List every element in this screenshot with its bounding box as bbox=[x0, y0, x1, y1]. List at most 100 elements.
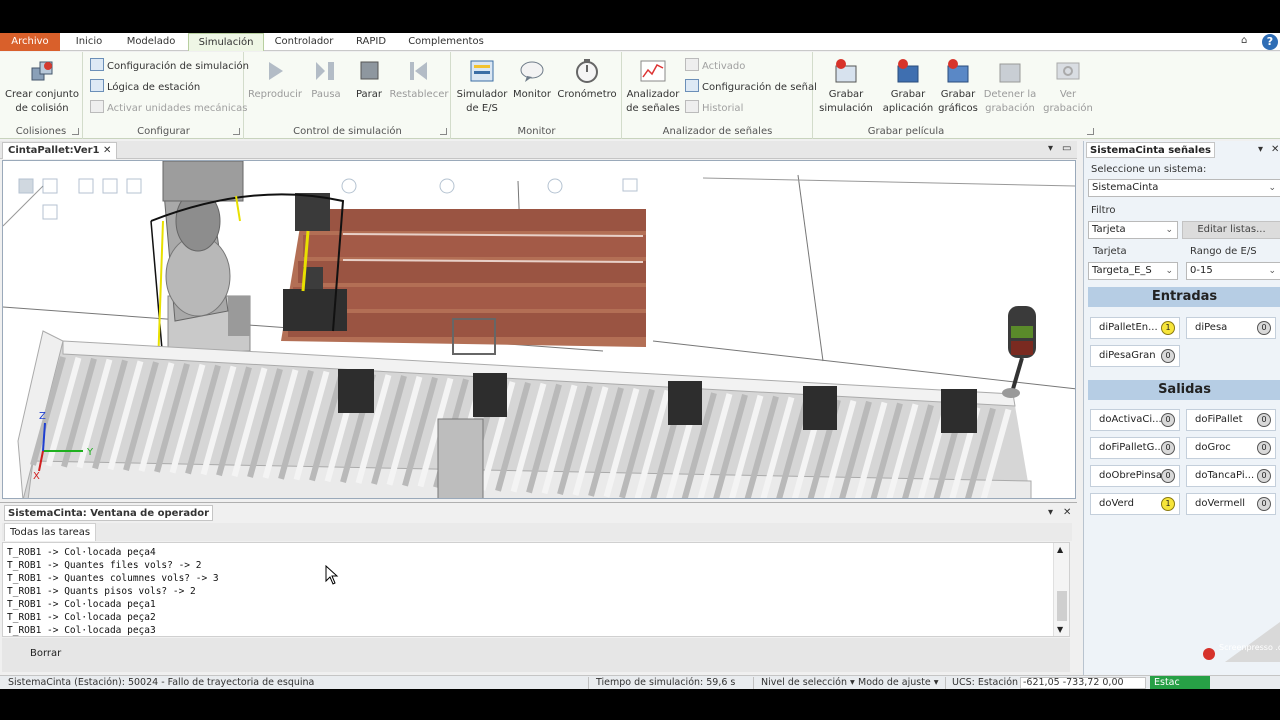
signal-button[interactable]: doVermell 0 bbox=[1186, 493, 1276, 515]
signals-panel: SistemaCinta señales ▾ ✕ Seleccione un s… bbox=[1083, 141, 1280, 681]
rec-graph-label-1: Grabar bbox=[940, 89, 976, 100]
clear-button[interactable]: Borrar bbox=[30, 648, 61, 659]
operator-footer: Borrar bbox=[2, 638, 1070, 672]
selection-level-dropdown[interactable]: Nivel de selección ▾ bbox=[761, 676, 855, 689]
signal-button[interactable]: doTancaPi... 0 bbox=[1186, 465, 1276, 487]
signal-button[interactable]: doVerd 1 bbox=[1090, 493, 1180, 515]
signal-button[interactable]: doFiPallet 0 bbox=[1186, 409, 1276, 431]
signals-panel-title[interactable]: SistemaCinta señales bbox=[1086, 142, 1215, 158]
record-graphics-button[interactable]: Grabar gráficos bbox=[936, 58, 980, 116]
tab-complementos[interactable]: Complementos bbox=[400, 33, 492, 51]
tab-menu-icon[interactable]: ▾ bbox=[1048, 507, 1053, 518]
signal-name: doTancaPi... bbox=[1195, 470, 1255, 481]
signal-button[interactable]: doActivaCi... 0 bbox=[1090, 409, 1180, 431]
system-select[interactable]: SistemaCinta ⌄ bbox=[1088, 179, 1280, 197]
coordinates-readout: -621,05 -733,72 0,00 bbox=[1020, 677, 1146, 689]
stopwatch-button[interactable]: Cronómetro bbox=[554, 58, 620, 102]
rec-graph-label-2: gráficos bbox=[938, 103, 978, 114]
3d-viewport[interactable]: Y Z X bbox=[2, 160, 1076, 499]
create-collision-set-button[interactable]: Crear conjunto de colisión bbox=[4, 58, 80, 116]
dialog-launcher-icon[interactable] bbox=[72, 128, 79, 135]
edit-lists-button[interactable]: Editar listas... bbox=[1182, 221, 1280, 239]
activated-checkbox[interactable]: Activado bbox=[685, 58, 745, 76]
history-button[interactable]: Historial bbox=[685, 100, 743, 118]
minimize-ribbon-icon[interactable]: ⌂ bbox=[1241, 35, 1247, 46]
log-line: T_ROB1 -> Quantes columnes vols? -> 3 bbox=[7, 573, 219, 584]
station-logic-button[interactable]: Lógica de estación bbox=[90, 79, 200, 97]
scroll-up-icon[interactable]: ▲ bbox=[1057, 545, 1063, 554]
view-recording-button[interactable]: Ver grabación bbox=[1040, 58, 1096, 116]
sim-config-button[interactable]: Configuración de simulación bbox=[90, 58, 249, 76]
controller-status[interactable]: Estac bbox=[1150, 676, 1210, 689]
signal-name: doGroc bbox=[1195, 442, 1231, 453]
range-select[interactable]: 0-15 ⌄ bbox=[1186, 262, 1280, 280]
operator-tabs: Todas las tareas bbox=[2, 523, 1072, 541]
view-rec-label-2: grabación bbox=[1043, 103, 1093, 114]
stop-rec-label-2: grabación bbox=[985, 103, 1035, 114]
monitor-button[interactable]: Monitor bbox=[510, 58, 554, 102]
operator-log[interactable]: T_ROB1 -> Col·locada peça4 T_ROB1 -> Qua… bbox=[2, 542, 1070, 637]
play-button[interactable]: Reproducir bbox=[247, 58, 303, 102]
tab-modelado[interactable]: Modelado bbox=[116, 33, 186, 51]
screenpresso-watermark: Screenpresso .com bbox=[1203, 622, 1280, 662]
tab-simulacion[interactable]: Simulación bbox=[188, 33, 264, 51]
io-simulator-button[interactable]: Simulador de E/S bbox=[454, 58, 510, 116]
record-simulation-button[interactable]: Grabar simulación bbox=[816, 58, 876, 116]
group-control-simulacion: Reproducir Pausa Parar Restablecer Contr… bbox=[245, 52, 451, 139]
help-icon[interactable]: ? bbox=[1262, 34, 1278, 50]
scrollbar-thumb[interactable] bbox=[1057, 591, 1067, 621]
filter-select[interactable]: Tarjeta ⌄ bbox=[1088, 221, 1178, 239]
history-icon bbox=[685, 100, 699, 113]
tab-menu-icon[interactable]: ▾ bbox=[1048, 143, 1053, 154]
tab-archivo[interactable]: Archivo bbox=[0, 33, 60, 51]
signal-button[interactable]: doObrePinsa 0 bbox=[1090, 465, 1180, 487]
card-select[interactable]: Targeta_E_S ⌄ bbox=[1088, 262, 1178, 280]
ribbon: Crear conjunto de colisión Colisiones Co… bbox=[0, 52, 1280, 139]
signal-button[interactable]: doGroc 0 bbox=[1186, 437, 1276, 459]
viewport-tab[interactable]: CintaPallet:Ver1 ✕ bbox=[2, 142, 118, 159]
scroll-down-icon[interactable]: ▼ bbox=[1057, 625, 1063, 634]
dialog-launcher-icon[interactable] bbox=[440, 128, 447, 135]
reset-button[interactable]: Restablecer bbox=[389, 58, 449, 102]
pause-button[interactable]: Pausa bbox=[303, 58, 349, 102]
pause-icon bbox=[316, 62, 334, 80]
maximize-icon[interactable]: ▭ bbox=[1062, 143, 1071, 154]
io-sim-label-2: de E/S bbox=[466, 103, 498, 114]
tab-inicio[interactable]: Inicio bbox=[66, 33, 112, 51]
record-application-icon bbox=[897, 59, 919, 83]
dialog-launcher-icon[interactable] bbox=[233, 128, 240, 135]
tab-rapid[interactable]: RAPID bbox=[346, 33, 396, 51]
log-line: T_ROB1 -> Col·locada peça4 bbox=[7, 547, 156, 558]
tab-menu-icon[interactable]: ▾ bbox=[1258, 144, 1263, 155]
close-icon[interactable]: ✕ bbox=[103, 145, 111, 156]
record-application-button[interactable]: Grabar aplicación bbox=[878, 58, 938, 116]
signal-config-button[interactable]: Configuración de señal bbox=[685, 79, 817, 97]
operator-window-title[interactable]: SistemaCinta: Ventana de operador bbox=[4, 505, 214, 521]
signal-button[interactable]: doFiPalletG... 0 bbox=[1090, 437, 1180, 459]
log-lines: T_ROB1 -> Col·locada peça4 T_ROB1 -> Qua… bbox=[3, 546, 219, 636]
tab-controlador[interactable]: Controlador bbox=[266, 33, 342, 51]
tab-todas-tareas[interactable]: Todas las tareas bbox=[4, 523, 97, 541]
snap-mode-dropdown[interactable]: Modo de ajuste ▾ bbox=[858, 676, 939, 689]
signal-button[interactable]: diPesa 0 bbox=[1186, 317, 1276, 339]
signal-button[interactable]: diPesaGran 0 bbox=[1090, 345, 1180, 367]
dialog-launcher-icon[interactable] bbox=[1087, 128, 1094, 135]
signal-config-icon bbox=[685, 79, 699, 92]
stop-rec-label-1: Detener la bbox=[983, 89, 1037, 100]
stop-button[interactable]: Parar bbox=[349, 58, 389, 102]
activate-mech-units-button[interactable]: Activar unidades mecánicas bbox=[90, 100, 248, 118]
play-icon bbox=[269, 62, 283, 80]
stop-recording-button[interactable]: Detener la grabación bbox=[980, 58, 1040, 116]
select-system-label: Seleccione un sistema: bbox=[1091, 164, 1207, 175]
station-3d-scene[interactable]: Y Z X bbox=[3, 161, 1076, 499]
close-icon[interactable]: ✕ bbox=[1271, 144, 1279, 155]
chevron-down-icon: ⌄ bbox=[1165, 266, 1173, 276]
log-scrollbar[interactable]: ▲ ▼ bbox=[1053, 543, 1069, 636]
ucs-label: UCS: Estación bbox=[952, 677, 1019, 688]
signal-analyzer-button[interactable]: Analizador de señales bbox=[625, 58, 681, 116]
signal-button[interactable]: diPalletEn... 1 bbox=[1090, 317, 1180, 339]
close-icon[interactable]: ✕ bbox=[1063, 507, 1071, 518]
viewport-header: CintaPallet:Ver1 ✕ ▾ ▭ bbox=[0, 141, 1077, 159]
view-recording-icon bbox=[1056, 62, 1080, 80]
status-message: SistemaCinta (Estación): 50024 - Fallo d… bbox=[8, 677, 315, 688]
